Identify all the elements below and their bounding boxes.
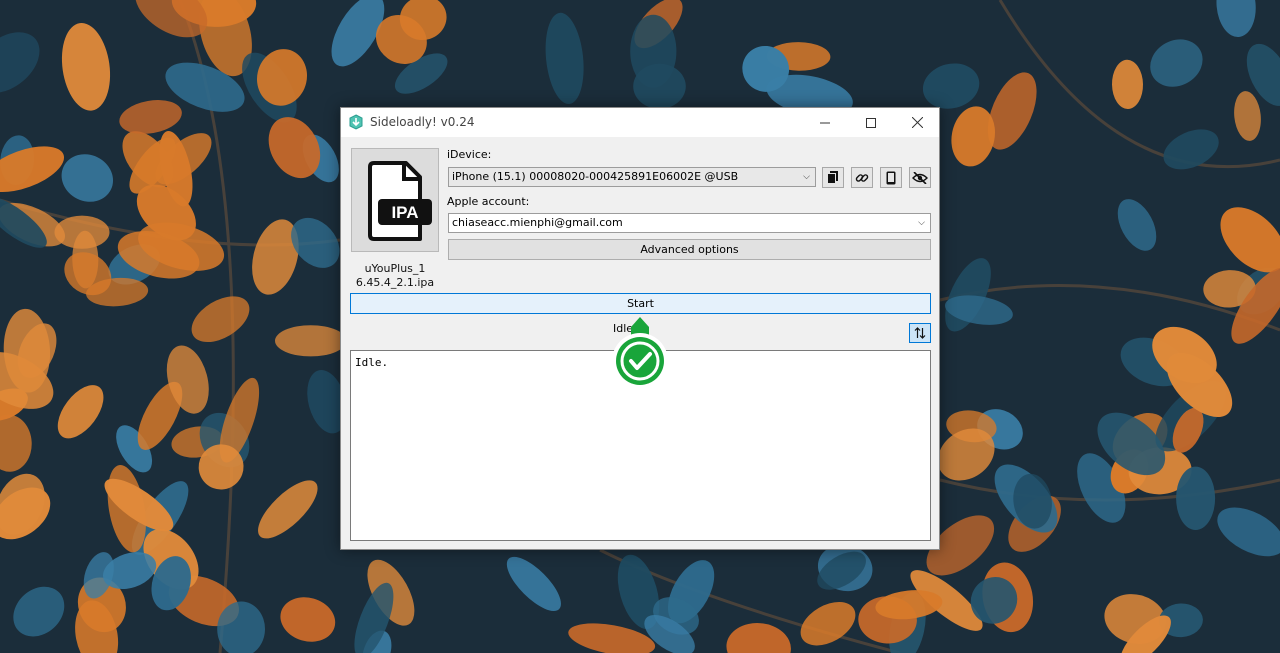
eye-slash-icon (912, 171, 928, 184)
phone-icon (886, 171, 896, 184)
device-info-button[interactable] (880, 167, 902, 188)
sort-log-button[interactable] (909, 323, 931, 343)
chevron-down-icon: ⌵ (803, 172, 810, 182)
idevice-select[interactable]: iPhone (15.1) 00008020-000425891E06002E … (448, 167, 816, 187)
ipa-file-name-line1: uYouPlus_1 (364, 262, 426, 275)
ipa-icon-label: IPA (391, 203, 418, 222)
link-icon (855, 173, 869, 182)
ipa-file-icon: IPA (368, 161, 432, 241)
minimize-icon (820, 122, 830, 123)
copy-icon (827, 171, 838, 184)
maximize-button[interactable] (848, 108, 894, 137)
apple-account-label: Apple account: (447, 195, 530, 208)
ipa-file-picker[interactable]: IPA (351, 148, 439, 252)
minimize-button[interactable] (802, 108, 848, 137)
ipa-file-name: uYouPlus_1 6.45.4_2.1.ipa (345, 262, 445, 290)
maximize-icon (866, 117, 876, 128)
idevice-label: iDevice: (447, 148, 492, 161)
wallpaper-leaf (275, 325, 347, 357)
wallpaper-leaf (633, 63, 686, 109)
apple-account-value: chiaseacc.mienphi@gmail.com (452, 216, 623, 229)
close-button[interactable] (894, 108, 940, 137)
title-bar[interactable]: Sideloadly! v0.24 (341, 108, 939, 137)
idevice-selected-value: iPhone (15.1) 00008020-000425891E06002E … (452, 170, 739, 183)
ipa-file-name-line2: 6.45.4_2.1.ipa (355, 276, 435, 289)
sort-arrows-icon (914, 327, 926, 339)
apple-account-select[interactable]: chiaseacc.mienphi@gmail.com ⌵ (448, 213, 931, 233)
wallpaper-leaf (1176, 466, 1216, 531)
copy-button[interactable] (822, 167, 844, 188)
window-title: Sideloadly! v0.24 (370, 115, 475, 129)
link-button[interactable] (851, 167, 873, 188)
checkmark-badge-icon (612, 317, 668, 389)
advanced-options-button[interactable]: Advanced options (448, 239, 931, 260)
hide-button[interactable] (909, 167, 931, 188)
chevron-down-icon: ⌵ (918, 218, 925, 228)
close-icon (911, 117, 923, 128)
log-text: Idle. (355, 356, 389, 369)
sideloadly-logo-icon (349, 114, 363, 130)
